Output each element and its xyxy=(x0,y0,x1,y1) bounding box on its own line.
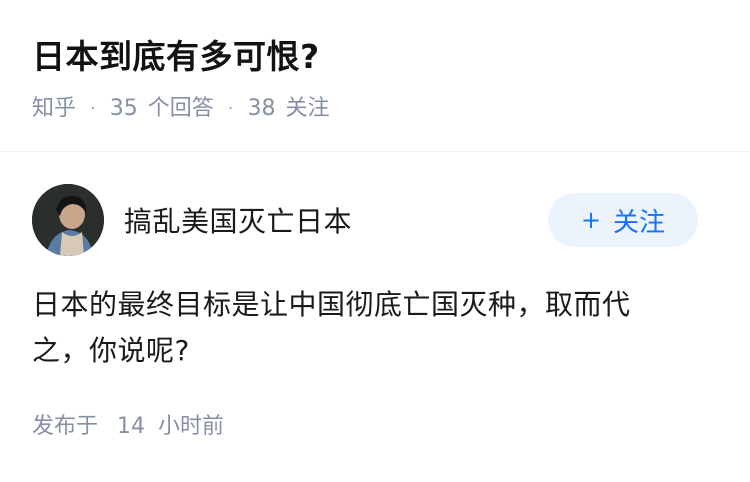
answer-footer: 发布于 14 小时前 xyxy=(32,410,718,444)
follower-count-label: 关注 xyxy=(285,96,330,121)
follower-count: 38 xyxy=(247,96,276,121)
published-suffix: 小时前 xyxy=(158,414,225,439)
avatar[interactable] xyxy=(32,184,104,256)
author-name[interactable]: 搞乱美国灭亡日本 xyxy=(124,200,548,240)
author-row: 搞乱美国灭亡日本 + 关注 xyxy=(32,182,718,258)
answer-count: 35 xyxy=(109,96,138,121)
question-meta: 知乎 · 35 个回答 · 38 关注 xyxy=(32,92,718,126)
answer-card: 搞乱美国灭亡日本 + 关注 日本的最终目标是让中国彻底亡国灭种，取而代之，你说呢… xyxy=(0,152,750,444)
published-number: 14 xyxy=(117,414,146,439)
question-title[interactable]: 日本到底有多可恨? xyxy=(32,32,718,82)
follow-button-label: 关注 xyxy=(613,207,666,238)
published-prefix: 发布于 xyxy=(32,414,99,439)
source-label[interactable]: 知乎 xyxy=(32,92,76,126)
plus-icon: + xyxy=(580,206,602,234)
meta-separator: · xyxy=(90,98,96,119)
follow-button[interactable]: + 关注 xyxy=(548,193,698,247)
answer-count-label: 个回答 xyxy=(147,96,214,121)
question-header: 日本到底有多可恨? 知乎 · 35 个回答 · 38 关注 xyxy=(0,0,750,152)
answer-content[interactable]: 日本的最终目标是让中国彻底亡国灭种，取而代之，你说呢? xyxy=(32,282,682,374)
meta-separator: · xyxy=(227,98,234,119)
page: 日本到底有多可恨? 知乎 · 35 个回答 · 38 关注 搞乱美国灭亡日本 +… xyxy=(0,0,750,482)
